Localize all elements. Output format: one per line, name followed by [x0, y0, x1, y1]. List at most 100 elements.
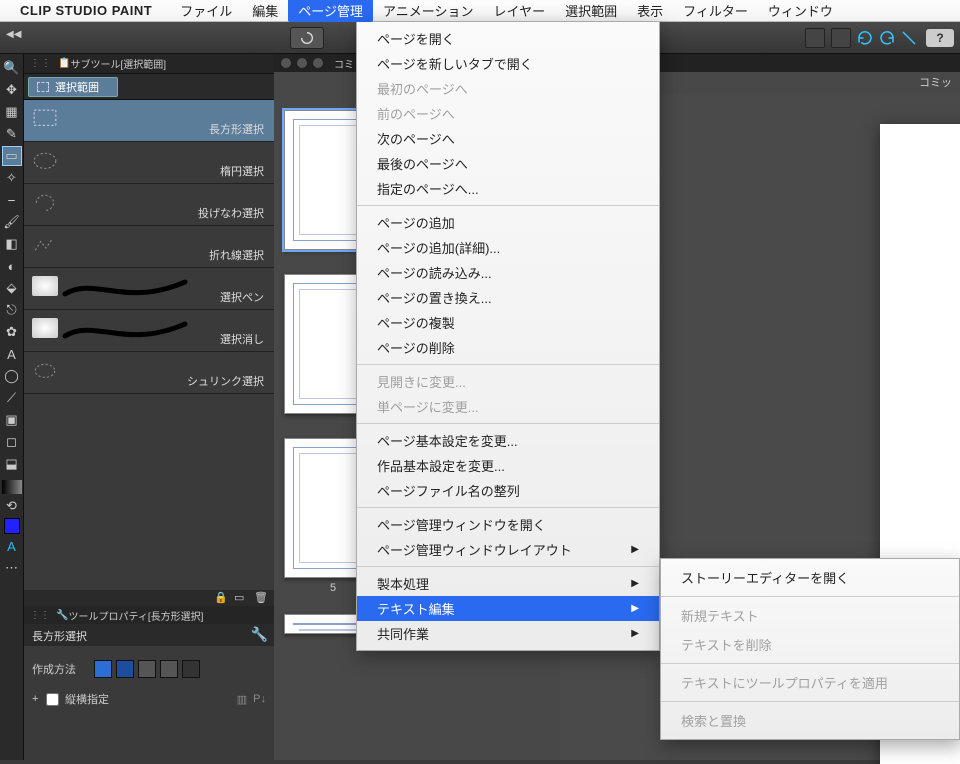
menu-item[interactable]: ページファイル名の整列 [357, 478, 659, 503]
subtool-tab-selection[interactable]: 選択範囲 [28, 77, 118, 97]
airbrush-tool-icon[interactable]: ⎋ [2, 300, 22, 320]
menu-item[interactable]: ページ管理ウィンドウを開く [357, 512, 659, 537]
toolprop-tab[interactable]: 長方形選択🔧 [24, 624, 274, 646]
wrench-icon[interactable]: 🔧 [251, 626, 268, 643]
text-edit-submenu: ストーリーエディターを開く新規テキストテキストを削除テキストにツールプロパティを… [660, 558, 960, 740]
subtool-panel: ⋮⋮📋 サブツール[選択範囲] 選択範囲 長方形選択 楕円選択 投げなわ選択 折… [24, 54, 274, 394]
menu-item[interactable]: ページを新しいタブで開く [357, 51, 659, 76]
rotate-reset-icon[interactable] [900, 29, 918, 47]
subtool-select-eraser[interactable]: 選択消し [24, 310, 274, 352]
collapse-icon[interactable]: ◀◀ [6, 29, 24, 47]
eyedrop-tool-icon[interactable]: ⎯ [2, 190, 22, 210]
subtool-tabrow: 選択範囲 [24, 74, 274, 100]
page-management-menu: ページを開くページを新しいタブで開く最初のページへ前のページへ次のページへ最後の… [356, 22, 660, 651]
menu-selection[interactable]: 選択範囲 [555, 0, 627, 22]
menu-animation[interactable]: アニメーション [373, 0, 483, 22]
snap-grid-icon[interactable] [805, 28, 825, 48]
submenu-item: テキストにツールプロパティを適用 [661, 668, 959, 697]
menu-filter[interactable]: フィルター [673, 0, 758, 22]
menu-item[interactable]: 指定のページへ... [357, 176, 659, 201]
bucket-tool-icon[interactable]: ⬓ [2, 454, 22, 474]
pen-tool-icon[interactable]: ✎ [2, 124, 22, 144]
wand-tool-icon[interactable]: ✧ [2, 168, 22, 188]
menu-window[interactable]: ウィンドウ [758, 0, 843, 22]
menu-item[interactable]: ページの追加 [357, 210, 659, 235]
menu-item[interactable]: ページの削除 [357, 335, 659, 360]
fill-tool-icon[interactable]: ⬙ [2, 278, 22, 298]
menu-item[interactable]: 次のページへ [357, 126, 659, 151]
menu-item[interactable]: 共同作業▶ [357, 621, 659, 646]
text2-tool-icon[interactable]: A [2, 536, 22, 556]
window-close-icon[interactable] [280, 57, 292, 69]
eraser-tool-icon[interactable]: ◧ [2, 234, 22, 254]
clip-logo-icon[interactable] [290, 27, 324, 49]
menu-item: 最初のページへ [357, 76, 659, 101]
method-swatch-1[interactable] [94, 660, 112, 678]
subtool-footer: 🔒 ▭ 🗑 [24, 590, 274, 606]
rotate-left-icon[interactable] [856, 29, 874, 47]
menu-item[interactable]: ページの置き換え... [357, 285, 659, 310]
app-brand: CLIP STUDIO PAINT [20, 3, 152, 18]
method-swatch-2[interactable] [116, 660, 134, 678]
menu-item: 見開きに変更... [357, 369, 659, 394]
tool-column: 🔍 ✥ ▦ ✎ ▭ ✧ ⎯ 🖌 ◧ ◐ ⬙ ⎋ ✿ A ◯ ⟋ ▣ ◻ ⬓ ⟲ … [0, 54, 24, 760]
selection-tool-icon[interactable]: ▭ [2, 146, 22, 166]
page-header-right: コミッ [919, 74, 952, 90]
menu-item[interactable]: ページ管理ウィンドウレイアウト▶ [357, 537, 659, 562]
subtool-polyline-select[interactable]: 折れ線選択 [24, 226, 274, 268]
menu-view[interactable]: 表示 [627, 0, 673, 22]
menu-item[interactable]: テキスト編集▶ [357, 596, 659, 621]
ratio-icon-2[interactable]: P↓ [253, 693, 266, 705]
menu-item[interactable]: ページの追加(詳細)... [357, 235, 659, 260]
figure-tool-icon[interactable]: ◻ [2, 432, 22, 452]
correct-tool-icon[interactable]: ⟲ [2, 496, 22, 516]
balloon-tool-icon[interactable]: ◯ [2, 366, 22, 386]
operation-tool-icon[interactable]: ▦ [2, 102, 22, 122]
subtool-new-icon[interactable]: ▭ [234, 591, 248, 605]
subtool-shrink-select[interactable]: シュリンク選択 [24, 352, 274, 394]
window-max-icon[interactable] [312, 57, 324, 69]
menu-item[interactable]: ページの複製 [357, 310, 659, 335]
misc-tool-icon[interactable]: ⋯ [2, 558, 22, 578]
ratio-icon-1[interactable]: ▥ [237, 693, 247, 706]
subtool-lasso-select[interactable]: 投げなわ選択 [24, 184, 274, 226]
window-min-icon[interactable] [296, 57, 308, 69]
frame-tool-icon[interactable]: ▣ [2, 410, 22, 430]
ratio-checkbox[interactable] [46, 693, 59, 706]
menu-item: 単ページに変更... [357, 394, 659, 419]
menu-item[interactable]: ページ基本設定を変更... [357, 428, 659, 453]
menu-page-management[interactable]: ページ管理 [288, 0, 373, 22]
help-button[interactable]: ? [926, 29, 954, 47]
menu-item[interactable]: 製本処理▶ [357, 571, 659, 596]
menu-item[interactable]: ページを開く [357, 26, 659, 51]
menu-item[interactable]: 作品基本設定を変更... [357, 453, 659, 478]
move-tool-icon[interactable]: ✥ [2, 80, 22, 100]
subtool-trash-icon[interactable]: 🗑 [254, 591, 268, 605]
text-tool-icon[interactable]: A [2, 344, 22, 364]
method-swatch-4[interactable] [160, 660, 178, 678]
menu-item[interactable]: ページの読み込み... [357, 260, 659, 285]
snap-mask-icon[interactable] [831, 28, 851, 48]
method-swatch-3[interactable] [138, 660, 156, 678]
ruler-tool-icon[interactable]: ⟋ [2, 388, 22, 408]
menu-item[interactable]: 最後のページへ [357, 151, 659, 176]
submenu-item[interactable]: ストーリーエディターを開く [661, 563, 959, 592]
menu-edit[interactable]: 編集 [242, 0, 288, 22]
blend-tool-icon[interactable]: ◐ [2, 256, 22, 276]
method-swatch-5[interactable] [182, 660, 200, 678]
decoration-tool-icon[interactable]: ✿ [2, 322, 22, 342]
subtool-lock-icon[interactable]: 🔒 [214, 591, 228, 605]
magnify-tool-icon[interactable]: 🔍 [2, 58, 22, 78]
subtool-rect-select[interactable]: 長方形選択 [24, 100, 274, 142]
subtool-ellipse-select[interactable]: 楕円選択 [24, 142, 274, 184]
brush-tool-icon[interactable]: 🖌 [2, 212, 22, 232]
subtool-select-pen[interactable]: 選択ペン [24, 268, 274, 310]
mac-menubar: CLIP STUDIO PAINT ファイル 編集 ページ管理 アニメーション … [0, 0, 960, 22]
menu-item: 前のページへ [357, 101, 659, 126]
menu-file[interactable]: ファイル [170, 0, 242, 22]
rotate-right-icon[interactable] [878, 29, 896, 47]
color1-icon[interactable] [4, 518, 20, 534]
gradient-tool-icon[interactable] [2, 480, 22, 494]
subtool-header: ⋮⋮📋 サブツール[選択範囲] [24, 54, 274, 74]
menu-layer[interactable]: レイヤー [484, 0, 556, 22]
